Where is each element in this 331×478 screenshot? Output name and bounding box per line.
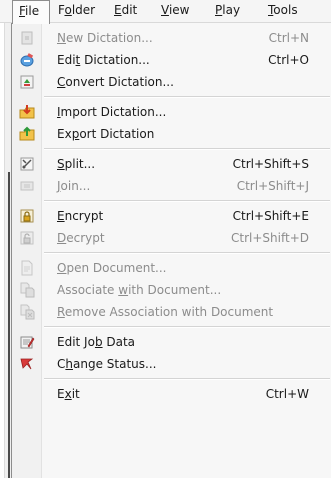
menu-separator xyxy=(44,252,330,254)
menu-view[interactable]: View xyxy=(161,0,189,22)
file-menu-dropdown: New Dictation... Ctrl+N Edit Dictation..… xyxy=(11,23,331,478)
change-status-icon xyxy=(19,356,35,372)
menu-separator xyxy=(44,200,330,202)
menu-play[interactable]: Play xyxy=(215,0,240,22)
menu-folder[interactable]: Folder xyxy=(58,0,95,22)
menu-item-new-dictation[interactable]: New Dictation... Ctrl+N xyxy=(12,27,331,49)
menu-item-label: Associate with Document... xyxy=(57,283,222,297)
join-icon xyxy=(19,178,35,194)
background-divider xyxy=(8,172,10,478)
menu-item-label: Open Document... xyxy=(57,261,167,275)
menu-bar: File Folder Edit View Play Tools xyxy=(0,0,331,24)
menu-edit[interactable]: Edit xyxy=(114,0,137,22)
shortcut-text: Ctrl+Shift+E xyxy=(232,209,309,223)
shortcut-text: Ctrl+W xyxy=(265,387,309,401)
menu-separator xyxy=(44,96,330,98)
menu-item-join[interactable]: Join... Ctrl+Shift+J xyxy=(12,175,331,197)
menu-item-edit-dictation[interactable]: Edit Dictation... Ctrl+O xyxy=(12,49,331,71)
menu-item-exit[interactable]: Exit Ctrl+W xyxy=(12,383,331,405)
menu-item-label: Edit Job Data xyxy=(57,335,136,349)
shortcut-text: Ctrl+N xyxy=(268,31,309,45)
menu-item-label: Decrypt xyxy=(57,231,105,245)
import-dictation-icon xyxy=(19,104,35,120)
split-icon xyxy=(19,156,35,172)
export-dictation-icon xyxy=(19,126,35,142)
new-dictation-icon xyxy=(19,30,35,46)
shortcut-text: Ctrl+O xyxy=(268,53,309,67)
shortcut-text: Ctrl+Shift+S xyxy=(232,157,309,171)
remove-association-icon xyxy=(19,304,35,320)
menu-item-label: Convert Dictation... xyxy=(57,75,174,89)
menu-item-change-status[interactable]: Change Status... xyxy=(12,353,331,375)
open-document-icon xyxy=(19,260,35,276)
menu-item-encrypt[interactable]: Encrypt Ctrl+Shift+E xyxy=(12,205,331,227)
shortcut-text: Ctrl+Shift+J xyxy=(236,179,309,193)
menu-item-label: Exit xyxy=(57,387,80,401)
menu-item-label: Remove Association with Document xyxy=(57,305,274,319)
menu-item-label: Encrypt xyxy=(57,209,104,223)
menu-item-remove-association[interactable]: Remove Association with Document xyxy=(12,301,331,323)
menu-file[interactable]: File xyxy=(12,0,50,24)
menu-item-open-document[interactable]: Open Document... xyxy=(12,257,331,279)
menu-item-split[interactable]: Split... Ctrl+Shift+S xyxy=(12,153,331,175)
associate-document-icon xyxy=(19,282,35,298)
menu-item-label: New Dictation... xyxy=(57,31,153,45)
menu-item-export-dictation[interactable]: Export Dictation xyxy=(12,123,331,145)
edit-dictation-icon xyxy=(19,52,35,68)
menu-separator xyxy=(44,148,330,150)
menu-item-label: Change Status... xyxy=(57,357,157,371)
window-edge xyxy=(0,23,5,478)
app-window: File Folder Edit View Play Tools New Dic… xyxy=(0,0,331,478)
menu-item-label: Join... xyxy=(57,179,91,193)
menu-item-import-dictation[interactable]: Import Dictation... xyxy=(12,101,331,123)
menu-item-label: Split... xyxy=(57,157,96,171)
menu-item-convert-dictation[interactable]: Convert Dictation... xyxy=(12,71,331,93)
shortcut-text: Ctrl+Shift+D xyxy=(231,231,309,245)
menu-separator xyxy=(44,326,330,328)
job-data-icon xyxy=(19,334,35,350)
convert-dictation-icon xyxy=(19,74,35,90)
menu-item-label: Edit Dictation... xyxy=(57,53,150,67)
menu-item-associate-document[interactable]: Associate with Document... xyxy=(12,279,331,301)
menu-separator xyxy=(44,378,330,380)
decrypt-icon xyxy=(19,230,35,246)
menu-tools[interactable]: Tools xyxy=(268,0,298,22)
menu-item-edit-job-data[interactable]: Edit Job Data xyxy=(12,331,331,353)
menu-item-label: Import Dictation... xyxy=(57,105,167,119)
menu-item-label: Export Dictation xyxy=(57,127,155,141)
encrypt-icon xyxy=(19,208,35,224)
menu-item-decrypt[interactable]: Decrypt Ctrl+Shift+D xyxy=(12,227,331,249)
